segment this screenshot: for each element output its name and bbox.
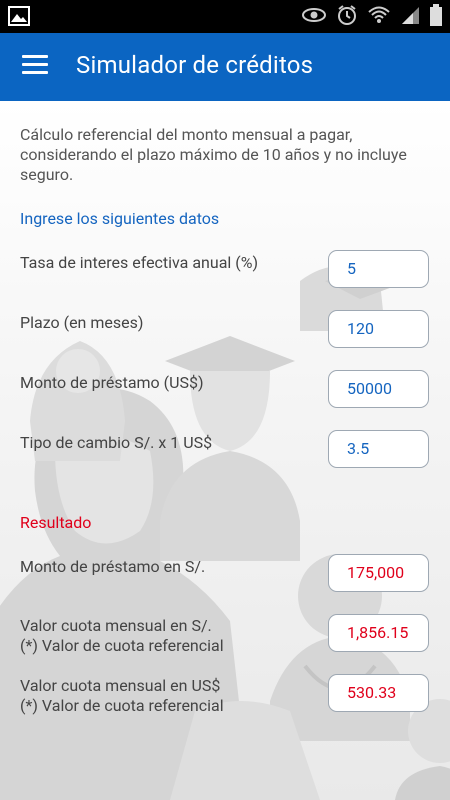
loan-amount-label: Monto de préstamo (US$) [20, 373, 204, 392]
monthly-fee-soles-label: Valor cuota mensual en S/. (*) Valor de … [20, 616, 224, 656]
wifi-icon [368, 5, 390, 25]
loan-amount-soles-label: Monto de préstamo en S/. [20, 557, 206, 576]
eye-icon [302, 6, 326, 24]
hamburger-menu-icon[interactable] [22, 55, 48, 79]
alarm-icon [336, 4, 358, 26]
loan-amount-input[interactable]: 50000 [328, 370, 429, 408]
page-title: Simulador de créditos [76, 51, 314, 79]
monthly-fee-usd-value: 530.33 [328, 674, 429, 712]
monthly-fee-soles-label-line1: Valor cuota mensual en S/. [20, 616, 212, 635]
monthly-fee-usd-note: (*) Valor de cuota referencial [20, 696, 224, 715]
input-section-header: Ingrese los siguientes datos [20, 209, 220, 228]
interest-rate-label: Tasa de interes efectiva anual (%) [20, 253, 259, 272]
term-months-label: Plazo (en meses) [20, 313, 144, 332]
monthly-fee-soles-value: 1,856.15 [328, 614, 429, 652]
battery-icon [430, 4, 442, 26]
monthly-fee-usd-label: Valor cuota mensual en US$ (*) Valor de … [20, 676, 224, 716]
monthly-fee-usd-label-line1: Valor cuota mensual en US$ [20, 676, 221, 695]
monthly-fee-soles-note: (*) Valor de cuota referencial [20, 636, 224, 655]
app-bar: Simulador de créditos [0, 33, 450, 101]
simulator-content: Cálculo referencial del monto mensual a … [0, 101, 450, 800]
intro-text: Cálculo referencial del monto mensual a … [20, 125, 407, 184]
exchange-rate-label: Tipo de cambio S/. x 1 US$ [20, 433, 213, 452]
term-months-input[interactable]: 120 [328, 310, 429, 348]
interest-rate-input[interactable]: 5 [328, 250, 429, 288]
signal-icon [400, 5, 420, 25]
result-section-header: Resultado [20, 513, 92, 532]
exchange-rate-input[interactable]: 3.5 [328, 430, 429, 468]
loan-amount-soles-value: 175,000 [328, 554, 429, 592]
status-bar [0, 0, 450, 33]
image-notification-icon [8, 6, 30, 26]
